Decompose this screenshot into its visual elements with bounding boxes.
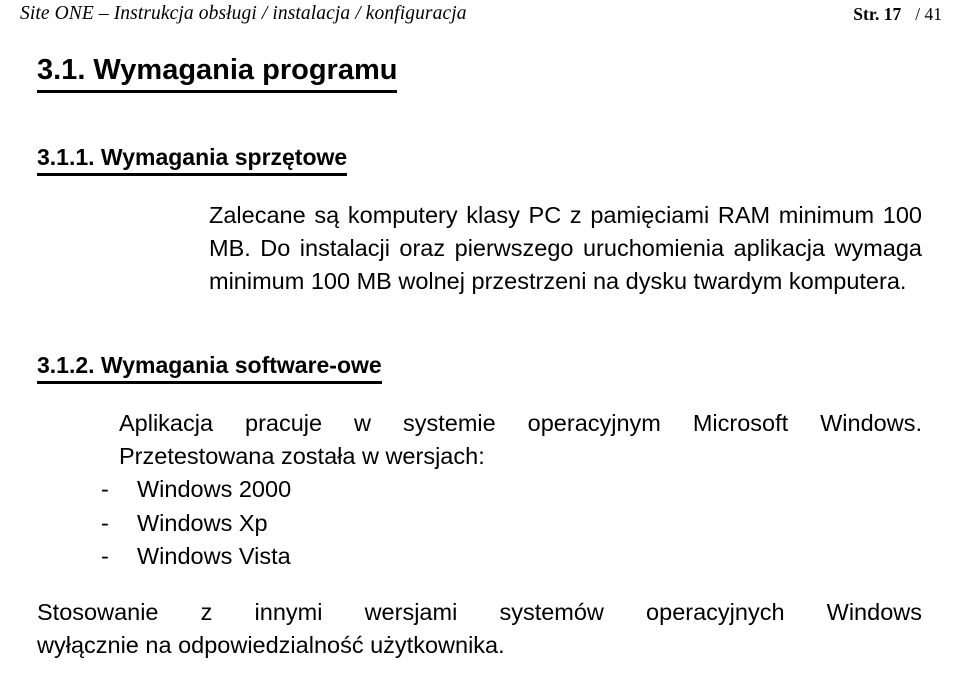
paragraph-disclaimer: Stosowanie z innymi wersjami systemów op… xyxy=(37,596,922,662)
paragraph-line: wyłącznie na odpowiedzialność użytkownik… xyxy=(37,631,505,658)
list-item-label: Windows Xp xyxy=(137,509,268,536)
page-header: Site ONE – Instrukcja obsługi / instalac… xyxy=(0,0,960,34)
paragraph-line: minimum 100 MB wolnej przestrzeni na dys… xyxy=(209,268,907,294)
list-item: - Windows Xp xyxy=(37,507,922,541)
paragraph-line: Zalecane są komputery klasy PC z pamięci… xyxy=(209,202,922,228)
list-bullet-dash: - xyxy=(101,509,109,536)
list-bullet-dash: - xyxy=(101,543,109,569)
paragraph-software-requirements: Aplikacja pracuje w systemie operacyjnym… xyxy=(37,407,922,473)
list-item: - Windows 2000 xyxy=(37,473,922,507)
section-heading-3-1-text: 3.1. Wymagania programu xyxy=(37,52,398,93)
document-page: Site ONE – Instrukcja obsługi / instalac… xyxy=(0,0,960,698)
tested-windows-versions-list: - Windows 2000 - Windows Xp - Windows Vi… xyxy=(37,473,922,574)
paragraph-line: Przetestowana została w wersjach: xyxy=(119,443,485,469)
paragraph-hardware-requirements: Zalecane są komputery klasy PC z pamięci… xyxy=(37,199,922,298)
page-number-total: / 41 xyxy=(915,4,942,24)
subsection-heading-3-1-1: 3.1.1. Wymagania sprzętowe xyxy=(37,142,922,176)
header-document-title: Site ONE – Instrukcja obsługi / instalac… xyxy=(20,3,467,24)
page-number-current: Str. 17 xyxy=(853,4,902,24)
paragraph-line: Stosowanie z innymi wersjami systemów op… xyxy=(37,598,922,625)
paragraph-line: Aplikacja pracuje w systemie operacyjnym… xyxy=(119,410,922,436)
header-page-number: Str. 17 / 41 xyxy=(853,2,942,26)
section-heading-3-1: 3.1. Wymagania programu xyxy=(37,52,922,93)
subsection-heading-3-1-1-text: 3.1.1. Wymagania sprzętowe xyxy=(37,142,348,176)
list-item-label: Windows Vista xyxy=(137,543,291,569)
list-item: - Windows Vista xyxy=(37,540,922,574)
paragraph-line: MB. Do instalacji oraz pierwszego urucho… xyxy=(209,235,922,261)
subsection-heading-3-1-2-text: 3.1.2. Wymagania software-owe xyxy=(37,350,382,384)
list-bullet-dash: - xyxy=(101,476,109,502)
list-item-label: Windows 2000 xyxy=(137,476,292,502)
document-body: 3.1. Wymagania programu 3.1.1. Wymagania… xyxy=(37,52,922,662)
subsection-heading-3-1-2: 3.1.2. Wymagania software-owe xyxy=(37,350,922,384)
